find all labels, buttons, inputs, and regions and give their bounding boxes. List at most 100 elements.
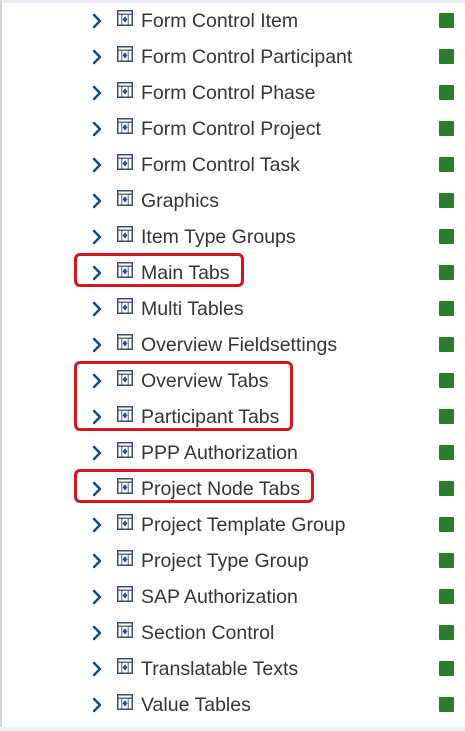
- tree-row[interactable]: Form Control Project: [0, 111, 465, 147]
- tree-row-label[interactable]: Form Control Item: [141, 10, 298, 32]
- chevron-right-icon[interactable]: [88, 12, 106, 30]
- status-square-icon: [439, 481, 454, 496]
- table-object-icon: [117, 550, 133, 566]
- tree-row[interactable]: PPP Authorization: [0, 435, 465, 471]
- status-square-icon: [439, 517, 454, 532]
- tree-row[interactable]: Overview Tabs: [0, 363, 465, 399]
- tree-row-label[interactable]: Section Control: [141, 622, 274, 644]
- table-object-icon: [117, 478, 133, 494]
- tree-row[interactable]: Value Tables: [0, 687, 465, 723]
- tree-row[interactable]: Translatable Texts: [0, 651, 465, 687]
- tree-row[interactable]: Form Control Participant: [0, 39, 465, 75]
- tree-row[interactable]: Participant Tabs: [0, 399, 465, 435]
- table-object-icon: [117, 514, 133, 530]
- chevron-right-icon[interactable]: [88, 588, 106, 606]
- status-square-icon: [439, 121, 454, 136]
- tree-row-label[interactable]: Form Control Project: [141, 118, 321, 140]
- tree-row[interactable]: Section Control: [0, 615, 465, 651]
- chevron-right-icon[interactable]: [88, 372, 106, 390]
- status-square-icon: [439, 553, 454, 568]
- table-object-icon: [117, 190, 133, 206]
- tree-row-label[interactable]: Item Type Groups: [141, 226, 296, 248]
- tree-row[interactable]: Graphics: [0, 183, 465, 219]
- table-object-icon: [117, 82, 133, 98]
- table-object-icon: [117, 694, 133, 710]
- tree-row[interactable]: Project Template Group: [0, 507, 465, 543]
- tree-row[interactable]: Project Node Tabs: [0, 471, 465, 507]
- bottom-edge: [0, 727, 465, 731]
- chevron-right-icon[interactable]: [88, 624, 106, 642]
- tree-row[interactable]: Form Control Phase: [0, 75, 465, 111]
- status-square-icon: [439, 193, 454, 208]
- status-square-icon: [439, 13, 454, 28]
- tree-row-label[interactable]: Overview Fieldsettings: [141, 334, 337, 356]
- chevron-right-icon[interactable]: [88, 264, 106, 282]
- status-square-icon: [439, 157, 454, 172]
- chevron-right-icon[interactable]: [88, 228, 106, 246]
- status-square-icon: [439, 301, 454, 316]
- chevron-right-icon[interactable]: [88, 48, 106, 66]
- table-object-icon: [117, 622, 133, 638]
- chevron-right-icon[interactable]: [88, 120, 106, 138]
- tree-row-label[interactable]: Overview Tabs: [141, 370, 269, 392]
- chevron-right-icon[interactable]: [88, 156, 106, 174]
- tree-row-label[interactable]: Translatable Texts: [141, 658, 298, 680]
- tree-row[interactable]: Multi Tables: [0, 291, 465, 327]
- table-object-icon: [117, 10, 133, 26]
- status-square-icon: [439, 589, 454, 604]
- tree-row-label[interactable]: Project Type Group: [141, 550, 309, 572]
- tree-row-label[interactable]: SAP Authorization: [141, 586, 298, 608]
- tree-row-label[interactable]: Main Tabs: [141, 262, 230, 284]
- table-object-icon: [117, 406, 133, 422]
- table-object-icon: [117, 334, 133, 350]
- tree-row-label[interactable]: Participant Tabs: [141, 406, 279, 428]
- status-square-icon: [439, 661, 454, 676]
- tree-row[interactable]: Project Type Group: [0, 543, 465, 579]
- tree-row-label[interactable]: Form Control Participant: [141, 46, 352, 68]
- chevron-right-icon[interactable]: [88, 696, 106, 714]
- tree-row[interactable]: Main Tabs: [0, 255, 465, 291]
- status-square-icon: [439, 373, 454, 388]
- chevron-right-icon[interactable]: [88, 516, 106, 534]
- tree-row-label[interactable]: Multi Tables: [141, 298, 244, 320]
- table-object-icon: [117, 658, 133, 674]
- tree-row[interactable]: Form Control Item: [0, 3, 465, 39]
- chevron-right-icon[interactable]: [88, 84, 106, 102]
- chevron-right-icon[interactable]: [88, 336, 106, 354]
- table-object-icon: [117, 118, 133, 134]
- tree-row[interactable]: Item Type Groups: [0, 219, 465, 255]
- tree-row[interactable]: Form Control Task: [0, 147, 465, 183]
- customizing-tree: Form Control Item Form Control Participa…: [0, 3, 465, 723]
- status-square-icon: [439, 445, 454, 460]
- table-object-icon: [117, 226, 133, 242]
- tree-row-label[interactable]: PPP Authorization: [141, 442, 298, 464]
- table-object-icon: [117, 586, 133, 602]
- chevron-right-icon[interactable]: [88, 408, 106, 426]
- status-square-icon: [439, 85, 454, 100]
- chevron-right-icon[interactable]: [88, 660, 106, 678]
- table-object-icon: [117, 370, 133, 386]
- tree-row[interactable]: Overview Fieldsettings: [0, 327, 465, 363]
- status-square-icon: [439, 697, 454, 712]
- tree-row-label[interactable]: Project Template Group: [141, 514, 346, 536]
- status-square-icon: [439, 409, 454, 424]
- tree-row-label[interactable]: Value Tables: [141, 694, 251, 716]
- status-square-icon: [439, 625, 454, 640]
- status-square-icon: [439, 337, 454, 352]
- table-object-icon: [117, 46, 133, 62]
- tree-row-label[interactable]: Graphics: [141, 190, 219, 212]
- table-object-icon: [117, 262, 133, 278]
- chevron-right-icon[interactable]: [88, 480, 106, 498]
- tree-row-label[interactable]: Project Node Tabs: [141, 478, 300, 500]
- status-square-icon: [439, 229, 454, 244]
- chevron-right-icon[interactable]: [88, 444, 106, 462]
- chevron-right-icon[interactable]: [88, 300, 106, 318]
- status-square-icon: [439, 265, 454, 280]
- table-object-icon: [117, 154, 133, 170]
- tree-row-label[interactable]: Form Control Phase: [141, 82, 315, 104]
- tree-row-label[interactable]: Form Control Task: [141, 154, 300, 176]
- tree-row[interactable]: SAP Authorization: [0, 579, 465, 615]
- chevron-right-icon[interactable]: [88, 552, 106, 570]
- chevron-right-icon[interactable]: [88, 192, 106, 210]
- table-object-icon: [117, 298, 133, 314]
